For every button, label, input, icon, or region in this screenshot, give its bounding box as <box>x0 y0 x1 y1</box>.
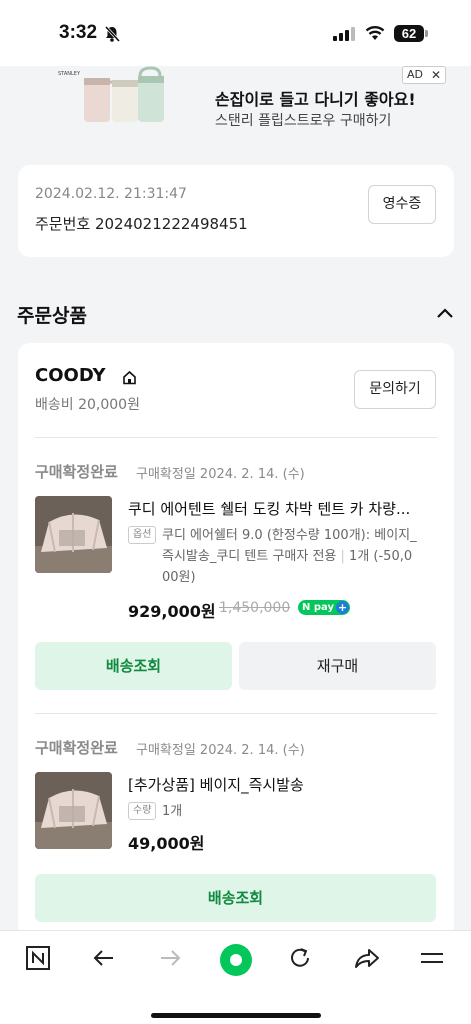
menu-icon[interactable] <box>420 946 444 970</box>
npay-label: N pay <box>302 602 334 613</box>
quantity-text: 1개 <box>162 804 183 819</box>
option-badge: 옵션 <box>128 526 157 544</box>
option-line: 즉시발송_쿠디 텐트 구매자 전용 | 1개 (-50,0 <box>162 549 413 564</box>
refresh-icon[interactable] <box>288 946 312 970</box>
tent-image <box>35 496 112 573</box>
ad-banner[interactable]: STANLEY 손잡이로 들고 다니기 좋아요! 스탠리 플립스트로우 구매하기… <box>18 66 454 129</box>
option-quantity: 1개 (-50,0 <box>349 549 413 564</box>
store-home-icon[interactable] <box>122 370 137 385</box>
order-datetime: 2024.02.12. 21:31:47 <box>35 186 187 202</box>
status-time: 3:32 <box>59 22 98 43</box>
status-bar: 3:32 62 <box>0 0 471 66</box>
order-items-card: COODY 배송비 20,000원 문의하기 구매확정완료 구매확정일 2024… <box>18 343 454 943</box>
naver-home-icon[interactable] <box>26 946 50 970</box>
option-line: 쿠디 에어쉘터 9.0 (한정수량 100개): 베이지_ <box>162 528 417 543</box>
divider <box>35 437 437 438</box>
store-name[interactable]: COODY <box>35 365 105 386</box>
item-price: 49,000원 <box>128 834 205 853</box>
order-number: 주문번호 2024021222498451 <box>35 215 248 233</box>
option-line: 00원) <box>162 570 196 585</box>
item-title[interactable]: 쿠디 에어텐트 쉘터 도킹 차박 텐트 카 차량... <box>128 498 436 519</box>
battery-cap <box>425 30 428 37</box>
battery-indicator: 62 <box>394 25 424 42</box>
ad-label: AD <box>407 68 423 81</box>
back-arrow-icon[interactable] <box>92 946 116 970</box>
ad-badge[interactable]: AD ✕ <box>402 66 446 84</box>
ad-subtitle: 스탠리 플립스트로우 구매하기 <box>215 113 392 129</box>
shipping-fee: 배송비 20,000원 <box>35 397 140 413</box>
item-status-date: 구매확정일 2024. 2. 14. (수) <box>136 743 305 758</box>
item-title[interactable]: [추가상품] 베이지_즉시발송 <box>128 774 436 795</box>
home-indicator <box>151 1013 321 1018</box>
item-price: 929,000원 <box>128 602 216 621</box>
tumbler-product-image: STANLEY <box>58 66 164 122</box>
option-line-text: 즉시발송_쿠디 텐트 구매자 전용 <box>162 549 337 564</box>
divider <box>35 713 437 714</box>
chevron-up-icon[interactable] <box>436 307 454 319</box>
track-delivery-button[interactable]: 배송조회 <box>35 874 436 922</box>
item-thumbnail[interactable] <box>35 772 112 849</box>
quantity-badge: 수량 <box>128 802 157 820</box>
npay-badge: N pay + <box>298 600 350 615</box>
receipt-button[interactable]: 영수증 <box>368 185 436 224</box>
close-icon[interactable]: ✕ <box>431 67 441 83</box>
ad-title: 손잡이로 들고 다니기 좋아요! <box>215 90 416 109</box>
forward-arrow-icon[interactable] <box>158 946 182 970</box>
green-dot-icon[interactable] <box>219 943 253 977</box>
section-title: 주문상품 <box>17 305 87 327</box>
item-status: 구매확정완료 <box>35 463 118 481</box>
order-info-card: 2024.02.12. 21:31:47 주문번호 20240212224984… <box>18 165 454 257</box>
ad-brand: STANLEY <box>58 71 81 77</box>
item-status: 구매확정완료 <box>35 739 118 757</box>
item-thumbnail[interactable] <box>35 496 112 573</box>
tent-image <box>35 772 112 849</box>
item-status-date: 구매확정일 2024. 2. 14. (수) <box>136 467 305 482</box>
share-icon[interactable] <box>354 946 380 970</box>
inquiry-button[interactable]: 문의하기 <box>354 370 436 409</box>
cellular-signal-icon <box>333 27 355 41</box>
option-text: 쿠디 에어쉘터 9.0 (한정수량 100개): 베이지_ 즉시발송_쿠디 텐트… <box>162 525 437 588</box>
item-original-price: 1,450,000 <box>219 600 291 616</box>
plus-icon: + <box>336 601 349 614</box>
wifi-icon <box>365 26 385 40</box>
reorder-button[interactable]: 재구매 <box>239 642 436 690</box>
bell-muted-icon <box>104 25 121 43</box>
track-delivery-button[interactable]: 배송조회 <box>35 642 232 690</box>
browser-toolbar <box>0 930 471 1024</box>
